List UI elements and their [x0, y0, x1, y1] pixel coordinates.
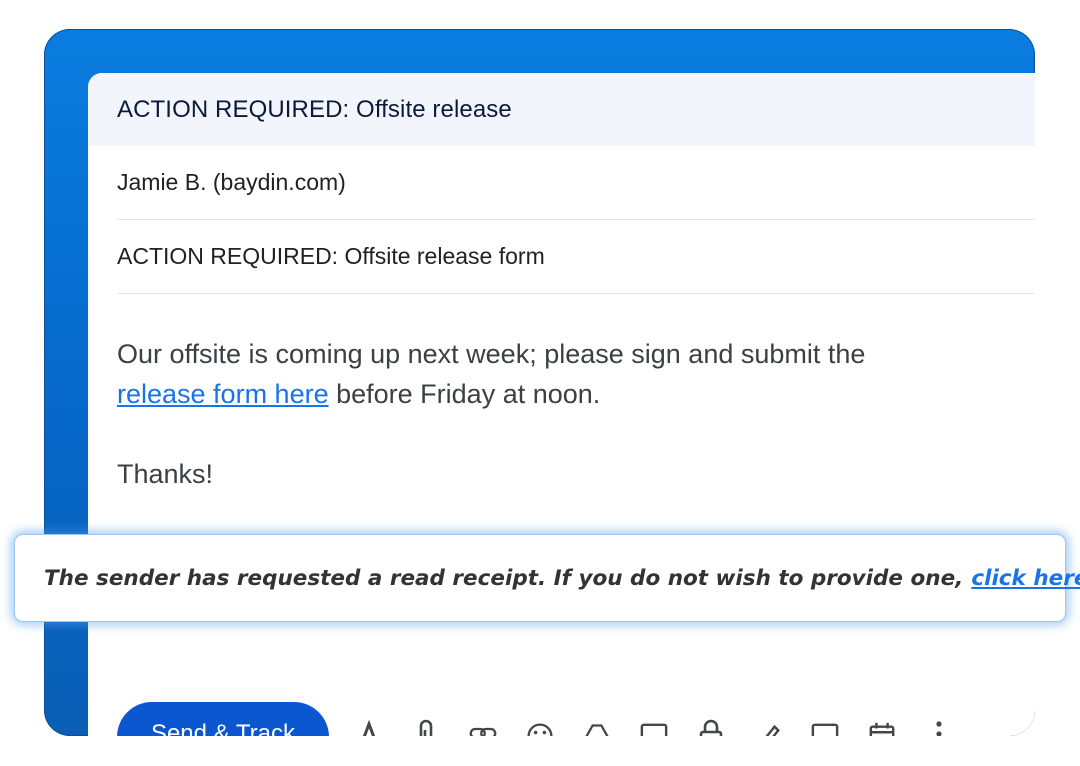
signature-icon[interactable]	[754, 716, 782, 736]
compose-window: ACTION REQUIRED: Offsite release Jamie B…	[88, 73, 1035, 736]
body-line-1: Our offsite is coming up next week; plea…	[117, 339, 866, 369]
read-receipt-message: The sender has requested a read receipt.…	[44, 565, 964, 591]
schedule-icon[interactable]	[868, 716, 896, 736]
more-options-icon[interactable]	[925, 716, 953, 736]
drive-icon[interactable]	[583, 716, 611, 736]
recipient-chip[interactable]: Jamie B. (baydin.com)	[117, 169, 346, 196]
compose-title: ACTION REQUIRED: Offsite release	[117, 95, 512, 123]
compose-header: ACTION REQUIRED: Offsite release	[88, 73, 1035, 146]
decline-receipt-link[interactable]: click here.	[971, 566, 1080, 591]
body-line-2-rest: before Friday at noon.	[336, 379, 601, 409]
release-form-link[interactable]: release form here	[117, 379, 329, 409]
subject-text[interactable]: ACTION REQUIRED: Offsite release form	[117, 243, 545, 270]
link-icon[interactable]	[469, 716, 497, 736]
compose-toolbar: Send & Track	[117, 702, 953, 736]
read-receipt-banner: The sender has requested a read receipt.…	[14, 534, 1080, 622]
subject-field[interactable]: ACTION REQUIRED: Offsite release form	[117, 220, 1035, 294]
body-line-2: release form here before Friday at noon.	[117, 374, 1017, 414]
message-body[interactable]: Our offsite is coming up next week; plea…	[117, 334, 1017, 494]
template-icon[interactable]	[811, 716, 839, 736]
emoji-icon[interactable]	[526, 716, 554, 736]
app-frame: ACTION REQUIRED: Offsite release Jamie B…	[44, 29, 1035, 736]
photo-icon[interactable]	[640, 716, 668, 736]
recipient-field[interactable]: Jamie B. (baydin.com)	[117, 146, 1035, 220]
lock-icon[interactable]	[697, 716, 725, 736]
attach-icon[interactable]	[412, 716, 440, 736]
format-text-icon[interactable]	[355, 716, 383, 736]
send-and-track-button[interactable]: Send & Track	[117, 702, 329, 736]
body-closing: Thanks!	[117, 459, 214, 489]
